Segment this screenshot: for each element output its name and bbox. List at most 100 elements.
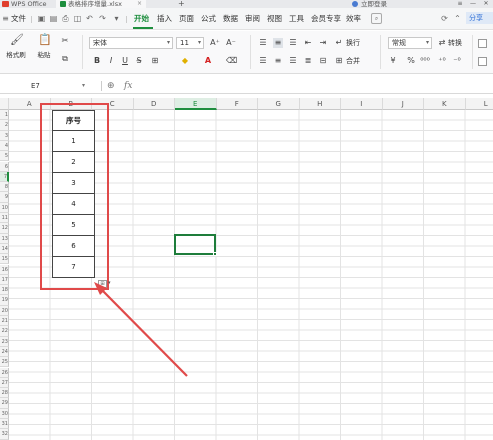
- row-header-25[interactable]: 25: [0, 357, 9, 368]
- indent-decrease-icon[interactable]: ⇤: [303, 38, 313, 48]
- column-header-e[interactable]: E: [175, 98, 217, 110]
- redo-icon[interactable]: ↷: [98, 14, 107, 23]
- sync-icon[interactable]: ⟳: [440, 14, 449, 23]
- currency-format-icon[interactable]: ¥: [388, 56, 398, 66]
- menu-review[interactable]: 审阅: [245, 14, 260, 24]
- font-size-select[interactable]: 11 ▾: [176, 37, 204, 49]
- strikethrough-icon[interactable]: S̶: [134, 56, 144, 66]
- undo-icon[interactable]: ↶: [85, 14, 94, 23]
- row-header-24[interactable]: 24: [0, 346, 9, 358]
- align-top-icon[interactable]: ☰: [258, 38, 268, 48]
- column-header-g[interactable]: G: [258, 98, 300, 110]
- convert-label[interactable]: 转换: [448, 38, 462, 48]
- paste-button[interactable]: 📋 粘贴: [31, 34, 57, 60]
- select-all-corner[interactable]: [0, 98, 9, 110]
- row-header-9[interactable]: 9: [0, 192, 9, 203]
- tab-document[interactable]: 表格排序增量.xlsx ×: [56, 0, 146, 8]
- row-header-22[interactable]: 22: [0, 326, 9, 337]
- menu-insert[interactable]: 插入: [157, 14, 172, 24]
- fill-handle[interactable]: [213, 252, 217, 256]
- column-header-d[interactable]: D: [133, 98, 175, 110]
- underline-button[interactable]: U: [120, 56, 130, 66]
- table-style-icon[interactable]: [478, 57, 487, 66]
- row-header-18[interactable]: 18: [0, 285, 9, 296]
- row-header-2[interactable]: 2: [0, 120, 9, 131]
- print-preview-icon[interactable]: ▤: [49, 14, 58, 23]
- indent-increase-icon[interactable]: ⇥: [318, 38, 328, 48]
- menu-data[interactable]: 数据: [223, 14, 238, 24]
- close-window-icon[interactable]: ✕: [481, 0, 491, 8]
- active-cell-selection[interactable]: [174, 234, 216, 255]
- decrease-decimal-icon[interactable]: ⁻⁰: [452, 56, 462, 66]
- fill-color-icon[interactable]: ◆: [180, 56, 190, 66]
- justify-icon[interactable]: ≣: [303, 56, 313, 66]
- save-icon[interactable]: ▣: [37, 14, 46, 23]
- name-box[interactable]: E7 ▾: [3, 80, 91, 92]
- row-header-27[interactable]: 27: [0, 377, 9, 389]
- row-header-29[interactable]: 29: [0, 398, 9, 409]
- font-color-icon[interactable]: A: [203, 56, 213, 66]
- italic-button[interactable]: I: [106, 56, 116, 66]
- quick-access-dropdown-icon[interactable]: ▾: [112, 14, 121, 23]
- menu-tools[interactable]: 工具: [289, 14, 304, 24]
- row-header-15[interactable]: 15: [0, 254, 9, 265]
- align-center-icon[interactable]: ≡: [273, 56, 283, 66]
- row-header-10[interactable]: 10: [0, 202, 9, 213]
- row-header-19[interactable]: 19: [0, 295, 9, 306]
- row-header-14[interactable]: 14: [0, 243, 9, 255]
- row-header-8[interactable]: 8: [0, 182, 9, 193]
- row-header-11[interactable]: 11: [0, 213, 9, 224]
- percent-format-icon[interactable]: %: [406, 56, 416, 66]
- bold-button[interactable]: B: [92, 56, 102, 66]
- paste-options-icon[interactable]: ⊞: [98, 280, 107, 288]
- decrease-font-icon[interactable]: A⁻: [226, 38, 236, 48]
- row-header-13[interactable]: 13: [0, 233, 9, 244]
- column-header-h[interactable]: H: [299, 98, 341, 110]
- row-header-26[interactable]: 26: [0, 367, 9, 378]
- row-header-17[interactable]: 17: [0, 274, 9, 286]
- zoom-cell-icon[interactable]: ⊕: [107, 80, 115, 92]
- window-menu-icon[interactable]: ≡: [455, 0, 465, 8]
- collapse-ribbon-icon[interactable]: ⌃: [453, 14, 462, 23]
- row-header-1[interactable]: 1: [0, 110, 9, 121]
- tab-wps-home[interactable]: WPS Office: [0, 0, 47, 8]
- row-header-31[interactable]: 31: [0, 419, 9, 430]
- align-bottom-icon[interactable]: ☰: [288, 38, 298, 48]
- row-header-28[interactable]: 28: [0, 388, 9, 399]
- align-left-icon[interactable]: ☰: [258, 56, 268, 66]
- print-icon[interactable]: ⎙: [61, 14, 70, 23]
- menu-file[interactable]: 文件: [11, 14, 26, 24]
- row-header-16[interactable]: 16: [0, 264, 9, 275]
- share-button[interactable]: 分享: [466, 12, 493, 24]
- distributed-icon[interactable]: ⊟: [318, 56, 328, 66]
- row-header-3[interactable]: 3: [0, 130, 9, 141]
- number-format-select[interactable]: 常规 ▾: [388, 37, 432, 49]
- column-header-l[interactable]: L: [465, 98, 493, 110]
- row-header-4[interactable]: 4: [0, 140, 9, 152]
- menu-member[interactable]: 会员专享: [311, 14, 341, 24]
- row-header-32[interactable]: 32: [0, 429, 9, 440]
- wrap-text-icon[interactable]: ↵: [334, 38, 344, 48]
- align-middle-icon[interactable]: ≡: [273, 38, 283, 48]
- increase-font-icon[interactable]: A⁺: [210, 38, 220, 48]
- row-header-21[interactable]: 21: [0, 316, 9, 327]
- column-header-j[interactable]: J: [382, 98, 424, 110]
- wrap-text-label[interactable]: 换行: [346, 38, 360, 48]
- row-header-20[interactable]: 20: [0, 305, 9, 316]
- menu-page[interactable]: 页面: [179, 14, 194, 24]
- row-header-23[interactable]: 23: [0, 336, 9, 347]
- format-painter-button[interactable]: 🖌 格式刷: [3, 34, 29, 60]
- convert-icon[interactable]: ⇄: [437, 38, 447, 48]
- menu-formulas[interactable]: 公式: [201, 14, 216, 24]
- align-right-icon[interactable]: ☰: [288, 56, 298, 66]
- row-header-7[interactable]: 7: [0, 171, 9, 183]
- hamburger-menu-icon[interactable]: ≡: [1, 14, 10, 23]
- merge-cells-label[interactable]: 合并: [346, 56, 360, 66]
- menu-view[interactable]: 视图: [267, 14, 282, 24]
- close-tab-icon[interactable]: ×: [137, 0, 142, 8]
- minimize-icon[interactable]: —: [468, 0, 478, 8]
- cut-icon[interactable]: ✂: [60, 36, 70, 46]
- export-icon[interactable]: ◫: [73, 14, 82, 23]
- insert-function-icon[interactable]: fx: [124, 80, 132, 92]
- row-header-5[interactable]: 5: [0, 151, 9, 162]
